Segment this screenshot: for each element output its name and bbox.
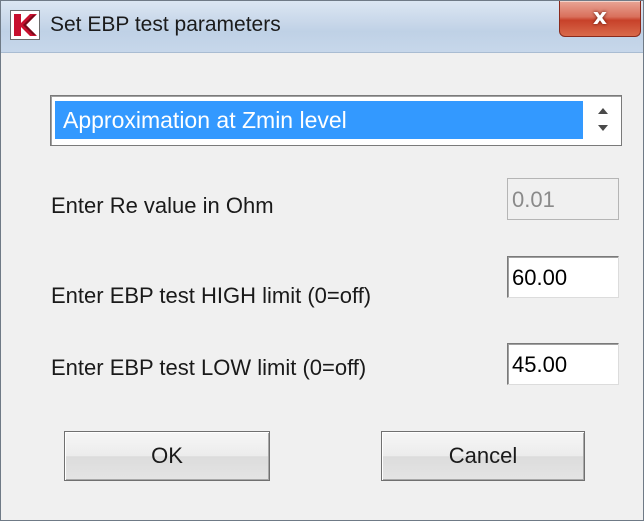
re-value-label: Enter Re value in Ohm [51,193,274,218]
close-icon: x [592,5,608,30]
mode-spinner[interactable] [589,101,617,139]
ok-button[interactable]: OK [64,431,270,481]
title-bar[interactable]: Set EBP test parameters x [1,1,643,53]
high-limit-label: Enter EBP test HIGH limit (0=off) [51,283,372,308]
chevron-down-icon[interactable] [589,120,617,139]
low-limit-label: Enter EBP test LOW limit (0=off) [51,355,367,380]
chevron-up-icon[interactable] [589,101,617,120]
cancel-button[interactable]: Cancel [381,431,585,481]
selected-option[interactable]: Approximation at Zmin level [55,101,583,139]
approximation-mode-select[interactable]: Approximation at Zmin level [50,95,622,146]
k-logo-icon[interactable] [10,10,40,40]
high-limit-field[interactable] [507,256,619,298]
re-value-field [507,178,619,220]
close-button[interactable]: x [559,1,641,37]
dialog-body: Approximation at Zmin level Enter Re val… [9,53,637,519]
low-limit-field[interactable] [507,343,619,385]
dialog-window: Set EBP test parameters x Approximation … [0,0,644,521]
window-title: Set EBP test parameters [50,13,281,36]
